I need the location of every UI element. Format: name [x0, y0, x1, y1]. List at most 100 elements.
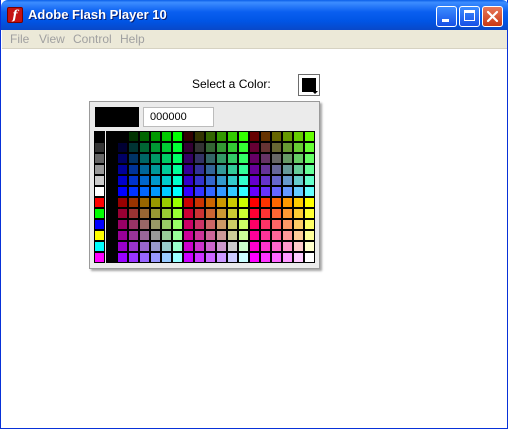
color-swatch[interactable] — [139, 252, 150, 263]
color-swatch[interactable] — [238, 186, 249, 197]
color-swatch[interactable] — [139, 230, 150, 241]
color-swatch[interactable] — [150, 219, 161, 230]
color-swatch[interactable] — [304, 131, 315, 142]
minimize-button[interactable] — [436, 6, 457, 27]
color-swatch[interactable] — [260, 197, 271, 208]
color-swatch[interactable] — [183, 219, 194, 230]
color-swatch[interactable] — [249, 164, 260, 175]
color-swatch[interactable] — [260, 164, 271, 175]
color-swatch[interactable] — [205, 186, 216, 197]
color-swatch[interactable] — [293, 197, 304, 208]
color-swatch[interactable] — [117, 186, 128, 197]
color-swatch[interactable] — [304, 230, 315, 241]
color-swatch[interactable] — [282, 197, 293, 208]
color-swatch[interactable] — [216, 142, 227, 153]
color-swatch[interactable] — [128, 131, 139, 142]
color-swatch[interactable] — [172, 208, 183, 219]
color-swatch[interactable] — [117, 252, 128, 263]
color-swatch[interactable] — [293, 230, 304, 241]
color-swatch[interactable] — [117, 219, 128, 230]
color-swatch[interactable] — [282, 175, 293, 186]
color-swatch[interactable] — [183, 197, 194, 208]
color-swatch[interactable] — [304, 153, 315, 164]
color-swatch[interactable] — [249, 241, 260, 252]
color-swatch[interactable] — [271, 197, 282, 208]
color-swatch[interactable] — [293, 164, 304, 175]
color-swatch[interactable] — [117, 241, 128, 252]
color-swatch[interactable] — [172, 219, 183, 230]
color-swatch[interactable] — [304, 219, 315, 230]
color-swatch[interactable] — [194, 164, 205, 175]
color-swatch[interactable] — [117, 164, 128, 175]
color-swatch[interactable] — [194, 230, 205, 241]
color-swatch[interactable] — [183, 252, 194, 263]
color-swatch[interactable] — [238, 230, 249, 241]
color-swatch[interactable] — [150, 142, 161, 153]
color-swatch[interactable] — [128, 230, 139, 241]
color-swatch[interactable] — [106, 197, 117, 208]
color-swatch[interactable] — [260, 175, 271, 186]
color-swatch[interactable] — [282, 142, 293, 153]
color-swatch[interactable] — [94, 219, 105, 230]
color-swatch[interactable] — [94, 252, 105, 263]
color-swatch[interactable] — [249, 142, 260, 153]
color-swatch[interactable] — [227, 252, 238, 263]
color-swatch[interactable] — [304, 175, 315, 186]
color-swatch[interactable] — [205, 230, 216, 241]
color-swatch[interactable] — [106, 186, 117, 197]
color-swatch[interactable] — [260, 241, 271, 252]
color-swatch[interactable] — [150, 230, 161, 241]
color-swatch[interactable] — [238, 131, 249, 142]
color-swatch[interactable] — [183, 131, 194, 142]
color-swatch[interactable] — [117, 153, 128, 164]
color-swatch[interactable] — [183, 208, 194, 219]
color-swatch[interactable] — [227, 131, 238, 142]
color-swatch[interactable] — [205, 131, 216, 142]
color-swatch[interactable] — [249, 153, 260, 164]
color-swatch[interactable] — [260, 131, 271, 142]
color-swatch[interactable] — [183, 175, 194, 186]
color-swatch[interactable] — [282, 208, 293, 219]
color-swatch[interactable] — [94, 208, 105, 219]
color-swatch[interactable] — [282, 153, 293, 164]
color-swatch[interactable] — [150, 252, 161, 263]
color-swatch[interactable] — [205, 153, 216, 164]
color-swatch[interactable] — [117, 208, 128, 219]
color-swatch[interactable] — [128, 153, 139, 164]
color-swatch[interactable] — [172, 175, 183, 186]
color-swatch[interactable] — [282, 131, 293, 142]
color-swatch[interactable] — [94, 153, 105, 164]
color-swatch[interactable] — [227, 153, 238, 164]
color-swatch[interactable] — [150, 197, 161, 208]
color-swatch[interactable] — [94, 197, 105, 208]
color-swatch[interactable] — [139, 197, 150, 208]
color-swatch[interactable] — [271, 175, 282, 186]
color-swatch[interactable] — [117, 197, 128, 208]
color-swatch[interactable] — [94, 142, 105, 153]
color-swatch[interactable] — [139, 241, 150, 252]
color-swatch[interactable] — [293, 186, 304, 197]
color-swatch[interactable] — [238, 164, 249, 175]
color-swatch[interactable] — [205, 241, 216, 252]
color-swatch[interactable] — [293, 208, 304, 219]
color-swatch[interactable] — [172, 142, 183, 153]
color-swatch[interactable] — [117, 142, 128, 153]
color-swatch[interactable] — [194, 175, 205, 186]
color-swatch[interactable] — [150, 164, 161, 175]
color-swatch[interactable] — [106, 230, 117, 241]
color-swatch[interactable] — [106, 131, 117, 142]
color-swatch[interactable] — [128, 252, 139, 263]
color-swatch[interactable] — [161, 186, 172, 197]
color-swatch[interactable] — [238, 208, 249, 219]
color-swatch[interactable] — [194, 142, 205, 153]
color-swatch[interactable] — [282, 186, 293, 197]
color-swatch[interactable] — [304, 252, 315, 263]
color-swatch[interactable] — [194, 219, 205, 230]
color-swatch[interactable] — [150, 208, 161, 219]
color-swatch[interactable] — [271, 241, 282, 252]
color-swatch[interactable] — [227, 175, 238, 186]
color-swatch[interactable] — [260, 186, 271, 197]
color-swatch[interactable] — [161, 175, 172, 186]
color-swatch[interactable] — [249, 208, 260, 219]
color-swatch[interactable] — [304, 186, 315, 197]
